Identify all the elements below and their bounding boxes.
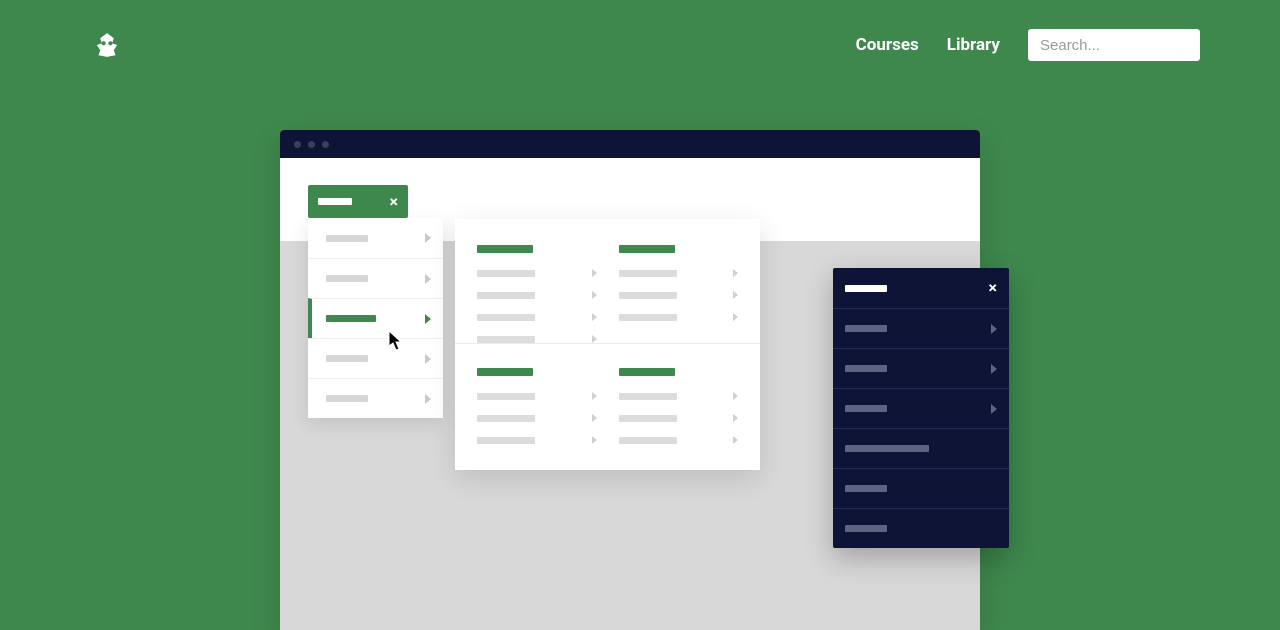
- placeholder-bar: [477, 415, 535, 422]
- placeholder-bar: [477, 314, 535, 321]
- chevron-right-icon: [425, 394, 431, 404]
- top-navigation: Courses Library: [0, 0, 1280, 62]
- flyout-group: [619, 245, 739, 321]
- dropdown-toggle[interactable]: ×: [308, 185, 408, 218]
- dark-dropdown-header[interactable]: ×: [833, 268, 1009, 308]
- flyout-item[interactable]: [477, 313, 597, 321]
- flyout-group: [619, 368, 739, 444]
- placeholder-bar: [619, 292, 677, 299]
- brand-logo[interactable]: [90, 28, 124, 62]
- submenu-flyout: [455, 219, 760, 470]
- chevron-right-icon: [991, 324, 997, 334]
- chevron-right-icon: [592, 269, 597, 277]
- placeholder-bar: [845, 325, 887, 332]
- flyout-heading: [477, 245, 533, 253]
- placeholder-bar: [326, 275, 368, 282]
- placeholder-bar: [845, 405, 887, 412]
- menu-item-active[interactable]: [308, 298, 443, 338]
- nav-link-library[interactable]: Library: [947, 35, 1000, 55]
- placeholder-bar: [326, 395, 368, 402]
- placeholder-bar: [845, 285, 887, 292]
- chevron-right-icon: [592, 392, 597, 400]
- dropdown-menu: [308, 218, 443, 418]
- placeholder-bar: [326, 315, 376, 322]
- close-icon[interactable]: ×: [989, 280, 998, 296]
- placeholder-bar: [477, 270, 535, 277]
- chevron-right-icon: [733, 313, 738, 321]
- menu-item[interactable]: [308, 258, 443, 298]
- placeholder-bar: [619, 270, 677, 277]
- search-input[interactable]: [1028, 29, 1200, 61]
- chevron-right-icon: [425, 354, 431, 364]
- flyout-heading: [477, 368, 533, 376]
- chevron-right-icon: [425, 314, 431, 324]
- placeholder-bar: [619, 314, 677, 321]
- flyout-item[interactable]: [619, 269, 739, 277]
- placeholder-bar: [477, 437, 535, 444]
- chevron-right-icon: [733, 414, 738, 422]
- flyout-item[interactable]: [619, 291, 739, 299]
- flyout-item[interactable]: [477, 335, 597, 343]
- dark-menu-item[interactable]: [833, 308, 1009, 348]
- chevron-right-icon: [592, 313, 597, 321]
- placeholder-bar: [477, 292, 535, 299]
- flyout-item[interactable]: [477, 291, 597, 299]
- window-dot: [294, 141, 301, 148]
- placeholder-bar: [318, 198, 352, 205]
- flyout-divider: [455, 343, 760, 344]
- flyout-heading: [619, 245, 675, 253]
- flyout-item[interactable]: [619, 436, 739, 444]
- dropdown-root: ×: [308, 185, 443, 418]
- flyout-item[interactable]: [477, 436, 597, 444]
- chevron-right-icon: [733, 392, 738, 400]
- placeholder-bar: [477, 336, 535, 343]
- placeholder-bar: [619, 393, 677, 400]
- flyout-item[interactable]: [477, 392, 597, 400]
- flyout-item[interactable]: [477, 269, 597, 277]
- menu-item[interactable]: [308, 378, 443, 418]
- chevron-right-icon: [733, 436, 738, 444]
- dark-menu-item[interactable]: [833, 508, 1009, 548]
- chevron-right-icon: [733, 291, 738, 299]
- flyout-group: [477, 245, 597, 343]
- flyout-item[interactable]: [619, 414, 739, 422]
- flyout-heading: [619, 368, 675, 376]
- placeholder-bar: [845, 445, 929, 452]
- chevron-right-icon: [592, 414, 597, 422]
- close-icon[interactable]: ×: [390, 194, 399, 210]
- window-titlebar: [280, 130, 980, 158]
- chevron-right-icon: [425, 233, 431, 243]
- chevron-right-icon: [592, 436, 597, 444]
- chevron-right-icon: [733, 269, 738, 277]
- flyout-item[interactable]: [619, 392, 739, 400]
- dark-menu-item[interactable]: [833, 428, 1009, 468]
- placeholder-bar: [326, 235, 368, 242]
- menu-item[interactable]: [308, 218, 443, 258]
- menu-item[interactable]: [308, 338, 443, 378]
- flyout-item[interactable]: [477, 414, 597, 422]
- nav-link-courses[interactable]: Courses: [856, 35, 919, 55]
- flyout-item[interactable]: [619, 313, 739, 321]
- chevron-right-icon: [592, 291, 597, 299]
- placeholder-bar: [477, 393, 535, 400]
- chevron-right-icon: [425, 274, 431, 284]
- dark-menu-item[interactable]: [833, 348, 1009, 388]
- placeholder-bar: [845, 485, 887, 492]
- dark-menu-item[interactable]: [833, 468, 1009, 508]
- placeholder-bar: [845, 525, 887, 532]
- placeholder-bar: [619, 415, 677, 422]
- dark-menu-item[interactable]: [833, 388, 1009, 428]
- window-dot: [308, 141, 315, 148]
- placeholder-bar: [845, 365, 887, 372]
- window-dot: [322, 141, 329, 148]
- chevron-right-icon: [991, 364, 997, 374]
- dark-dropdown-menu: ×: [833, 268, 1009, 548]
- placeholder-bar: [326, 355, 368, 362]
- chevron-right-icon: [991, 404, 997, 414]
- placeholder-bar: [619, 437, 677, 444]
- flyout-group: [477, 368, 597, 444]
- chevron-right-icon: [592, 335, 597, 343]
